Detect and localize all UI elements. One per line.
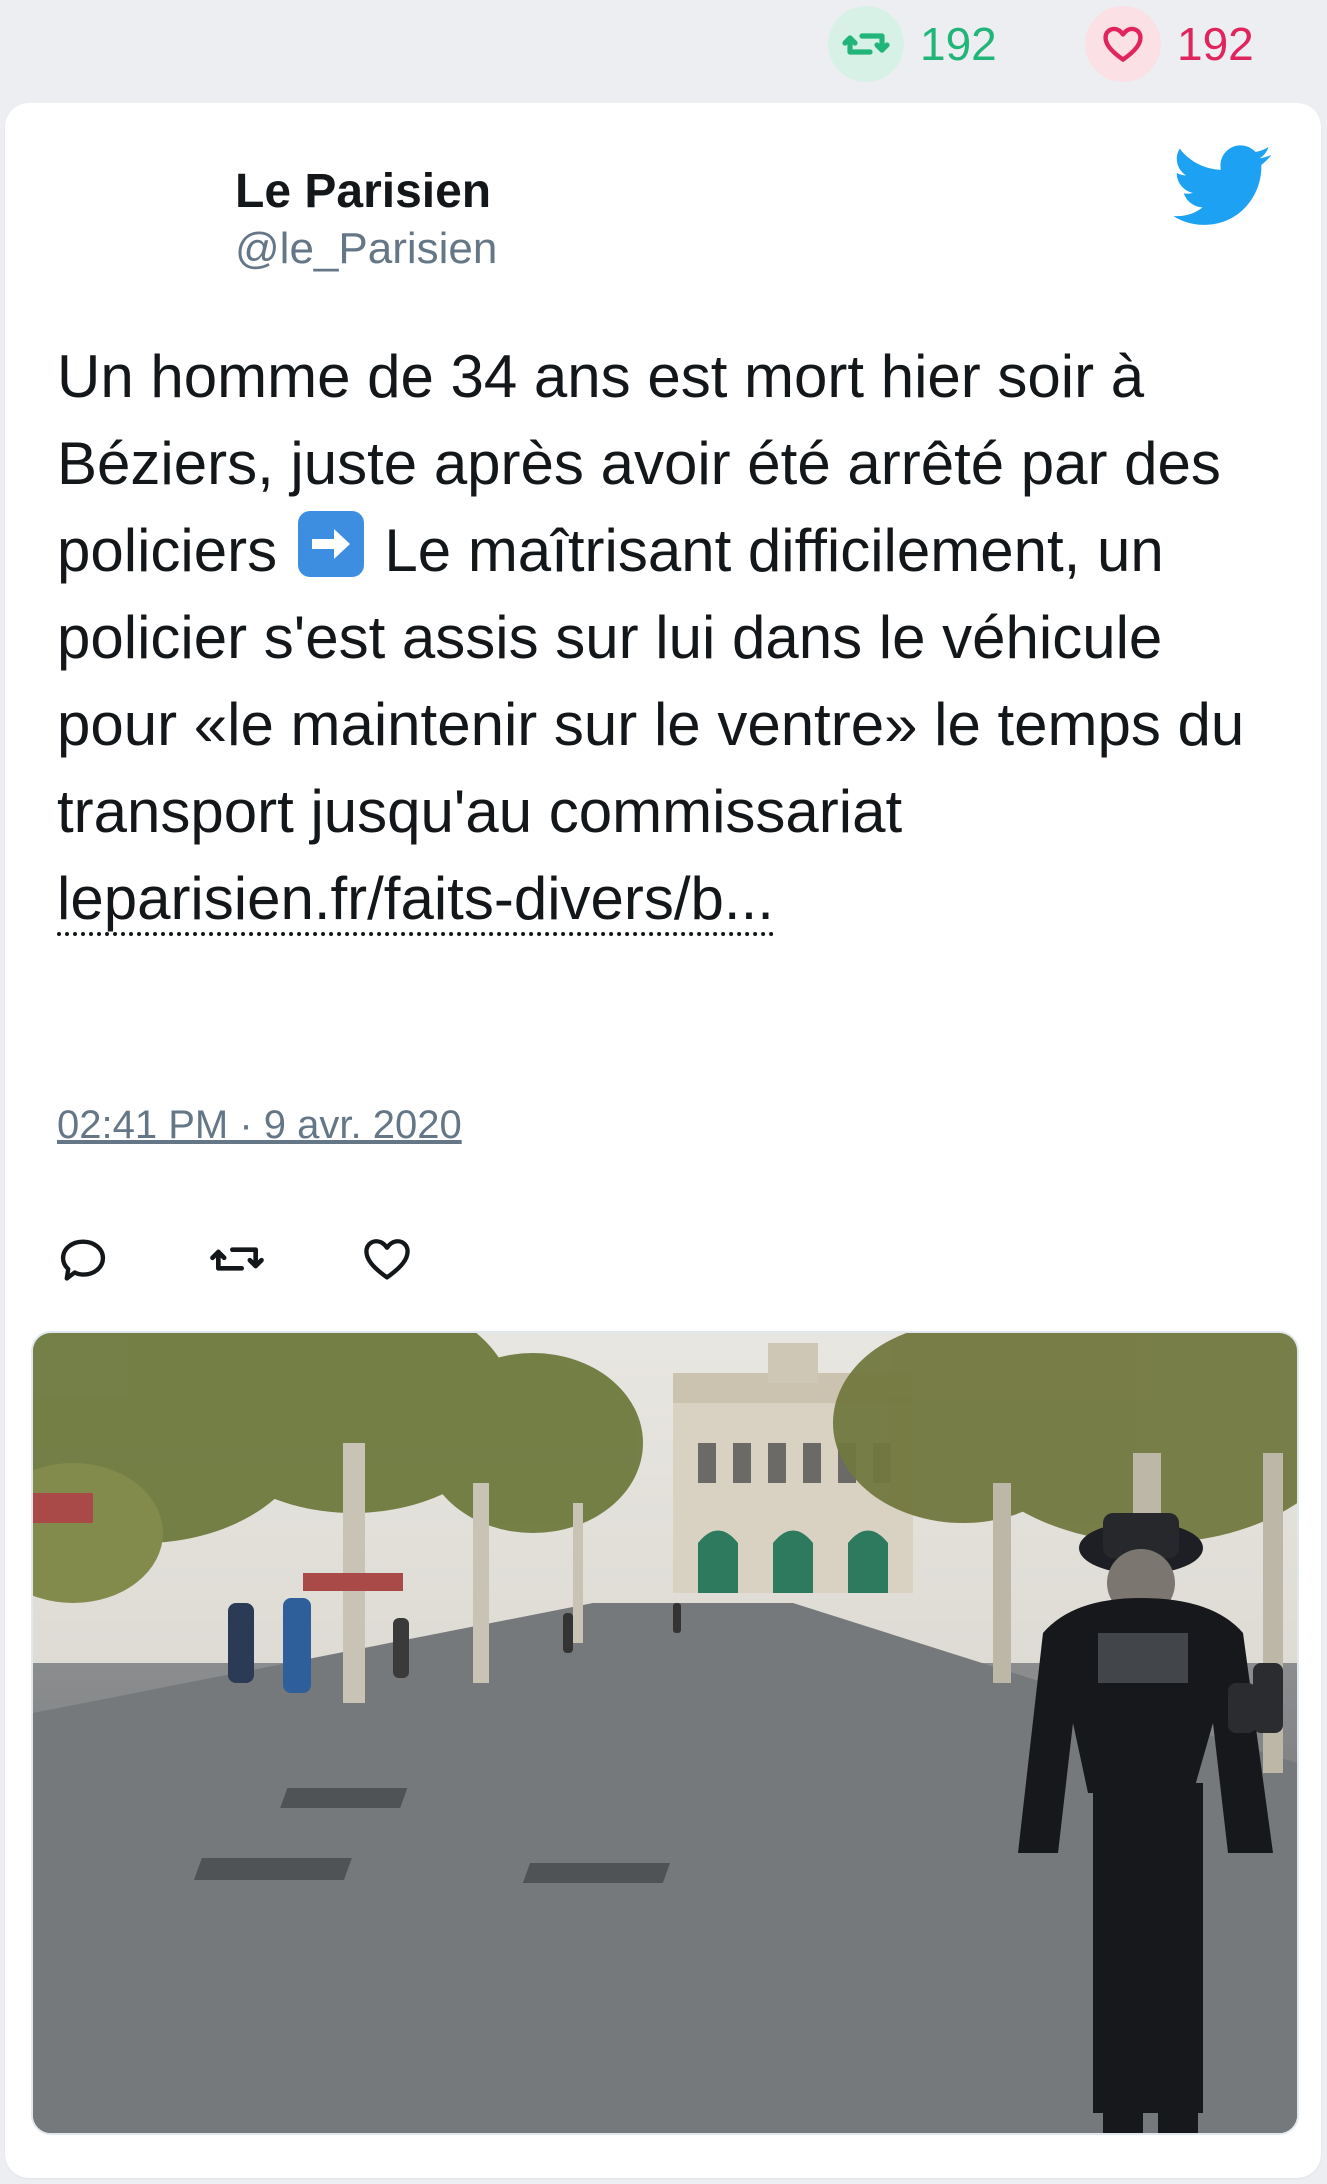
twitter-bird-icon[interactable] (1173, 145, 1273, 229)
like-stat[interactable]: 192 (1085, 6, 1254, 82)
author-name[interactable]: Le Parisien (235, 163, 497, 221)
author-handle[interactable]: @le_Parisien (235, 221, 497, 277)
tweet-timestamp[interactable]: 02:41 PM · 9 avr. 2020 (57, 1103, 462, 1148)
right-arrow-emoji (297, 511, 364, 577)
tweet-card: Le Parisien @le_Parisien Un homme de 34 … (5, 103, 1321, 2178)
reply-icon (60, 1239, 106, 1281)
article-link[interactable]: leparisien.fr/faits-divers/b... (57, 865, 774, 936)
retweet-stat[interactable]: 192 (828, 6, 997, 82)
action-bar (57, 1219, 513, 1299)
like-button[interactable] (361, 1219, 513, 1299)
retweet-count: 192 (920, 18, 997, 70)
tweet-photo[interactable] (31, 1331, 1299, 2135)
heart-icon[interactable] (1085, 6, 1161, 82)
retweet-button[interactable] (209, 1219, 361, 1299)
heart-action-icon (364, 1239, 410, 1280)
engagement-bar: 192 192 (0, 0, 1327, 90)
reply-button[interactable] (57, 1219, 209, 1299)
retweet-icon[interactable] (828, 6, 904, 82)
like-count: 192 (1177, 18, 1254, 70)
tweet-text: Un homme de 34 ans est mort hier soir à … (57, 333, 1287, 942)
author-block[interactable]: Le Parisien @le_Parisien (235, 163, 497, 277)
retweet-action-icon (210, 1247, 264, 1271)
